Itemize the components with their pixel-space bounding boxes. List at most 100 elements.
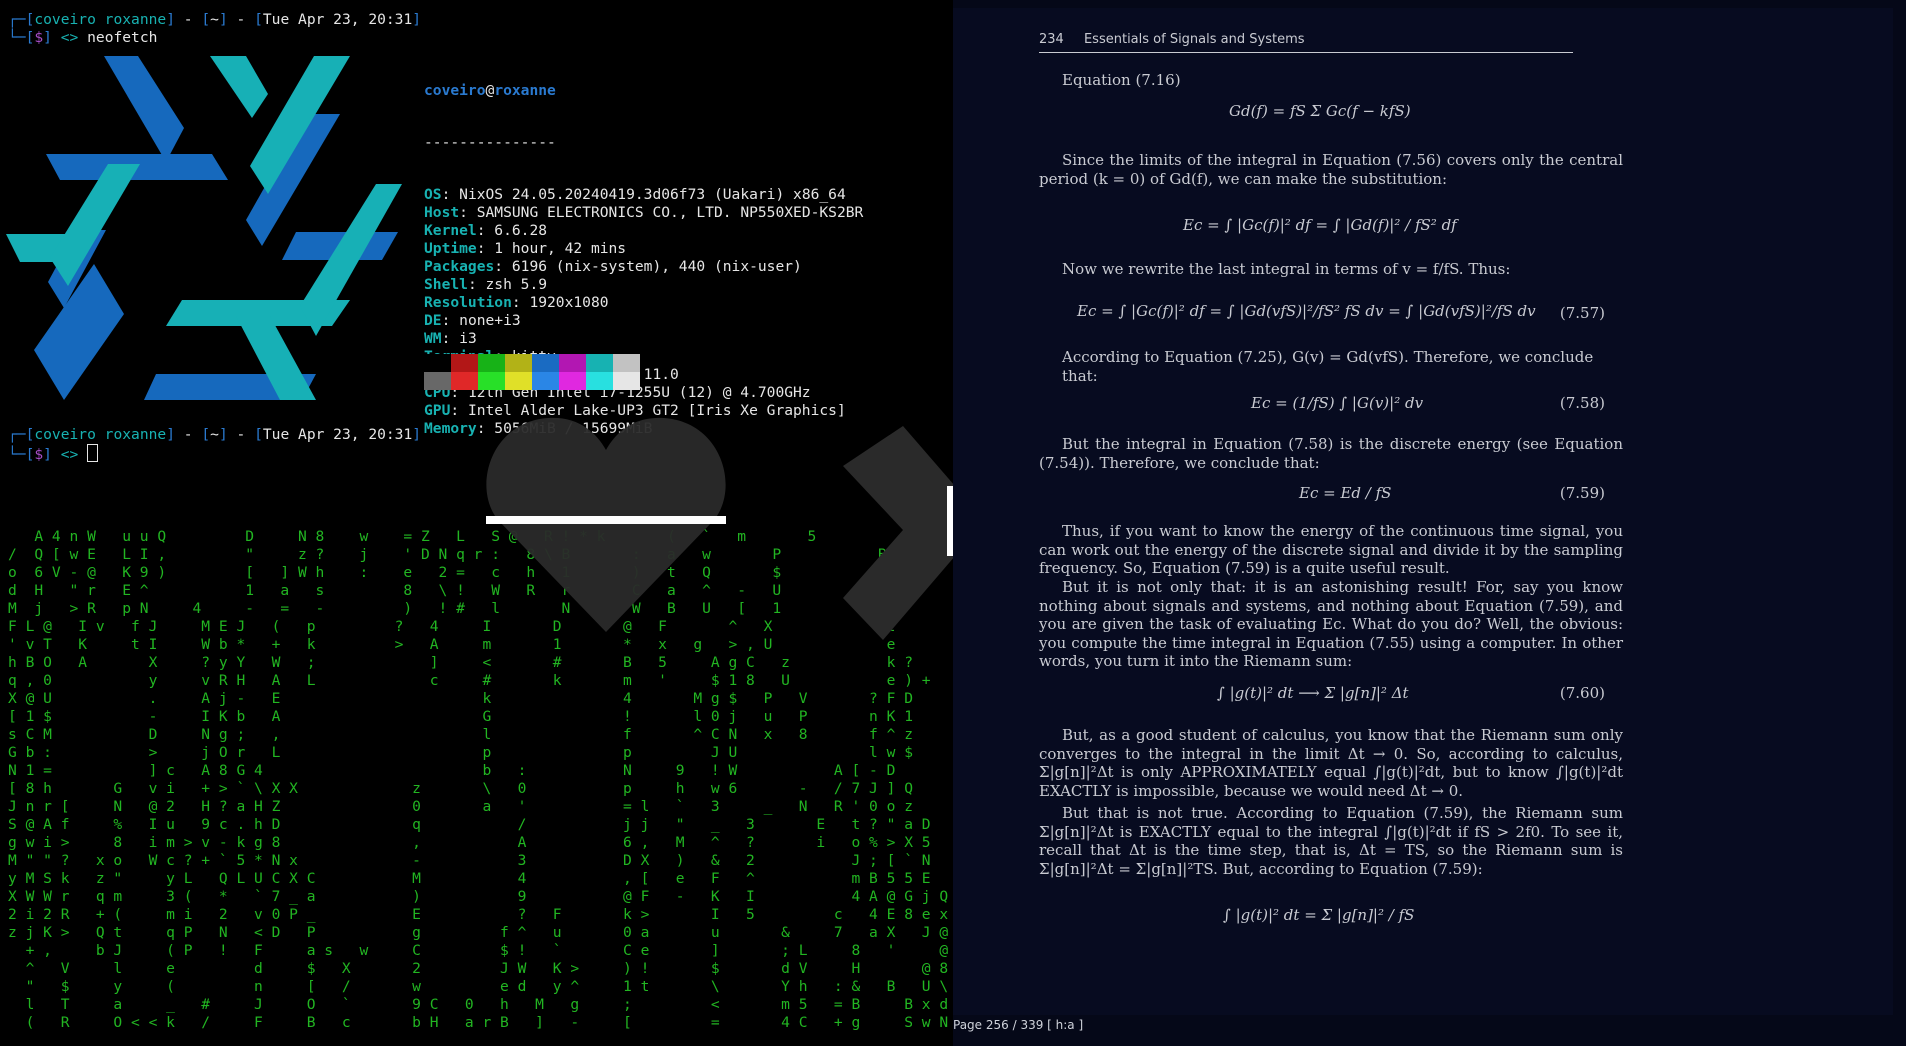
terminal-window[interactable]: ┌─[coveiro roxanne] - [~] - [Tue Apr 23,… [0, 0, 953, 1046]
info-key: DE [424, 312, 442, 329]
prompt-date: Tue Apr 23, 20:31 [262, 11, 413, 28]
info-row: Packages: 6196 (nix-system), 440 (nix-us… [424, 258, 802, 275]
info-key: OS [424, 186, 442, 203]
paragraph-8: But that is not true. According to Equat… [1039, 804, 1623, 878]
info-row: WM: i3 [424, 330, 477, 347]
info-value: i3 [459, 330, 477, 347]
matrix-row: z j K > Q t q P N < D P g f ^ u 0 a u & … [8, 924, 949, 941]
info-value: SAMSUNG ELECTRONICS CO., LTD. NP550XED-K… [476, 204, 864, 221]
equation-6: ∫ |g(t)|² dt = Σ |g[n]|² / fS [1223, 906, 1415, 924]
color-swatch [559, 372, 586, 390]
command-text: neofetch [87, 29, 158, 46]
matrix-row: A 4 n W u u Q D N 8 w = Z L S @ R ! * k … [8, 528, 953, 545]
info-value: 1920x1080 [529, 294, 609, 311]
equation-2: Ec = ∫ |Gc(f)|² df = ∫ |Gd(vfS)|²/fS² fS… [1077, 302, 1536, 320]
paragraph-7: But, as a good student of calculus, you … [1039, 726, 1623, 800]
info-row: Host: SAMSUNG ELECTRONICS CO., LTD. NP55… [424, 204, 864, 221]
page-header: 234 Essentials of Signals and Systems [1039, 32, 1573, 53]
matrix-row: X W W r q m 3 ( * ` 7 _ a ) 9 @ F - K I … [8, 888, 949, 905]
running-title: Essentials of Signals and Systems [1083, 32, 1305, 47]
matrix-rain: A 4 n W u u Q D N 8 w = Z L S @ R ! * k … [0, 528, 953, 1032]
info-key: Host [424, 204, 460, 221]
color-swatch [424, 372, 451, 390]
info-row: Uptime: 1 hour, 42 mins [424, 240, 627, 257]
color-swatch [424, 354, 451, 372]
neofetch-info: coveiro@roxanne --------------- OS: NixO… [424, 48, 863, 472]
info-key: Packages [424, 258, 495, 275]
prompt-host: roxanne [104, 11, 167, 28]
matrix-row: / Q [ w E L I , " z ? j ' D N q r : 8 \ … [8, 546, 953, 563]
color-swatch [613, 354, 640, 372]
prompt-line-2: ┌─[coveiro roxanne] - [~] - [Tue Apr 23,… [8, 426, 422, 443]
text-cursor [87, 444, 99, 462]
info-key: GPU [424, 402, 451, 419]
equation-2-number: (7.57) [1559, 304, 1605, 322]
info-key: Kernel [424, 222, 477, 239]
paragraph-4: But the integral in Equation (7.58) is t… [1039, 435, 1623, 472]
info-value: 6196 (nix-system), 440 (nix-user) [511, 258, 802, 275]
matrix-row: ^ V l e d $ X 2 J W K > ) ! $ d V H @ 8 [8, 960, 949, 977]
equation-4-number: (7.59) [1559, 484, 1605, 502]
paragraph-5: Thus, if you want to know the energy of … [1039, 522, 1623, 577]
info-key: Resolution [424, 294, 512, 311]
heart-icon [486, 417, 726, 632]
matrix-row: l T a _ # J O ` 9 C 0 h M g ; < m 5 = B … [8, 996, 949, 1013]
prompt-symbol: $ [34, 29, 44, 46]
prompt-dir: ~ [210, 11, 219, 28]
matrix-row: [ 1 $ - I K b A G ! l 0 j u P n K 1 [8, 708, 913, 725]
prompt-user: coveiro [34, 11, 96, 28]
matrix-row: N 1 = ] c A 8 G 4 b : N 9 ! W A [ - D [8, 762, 896, 779]
pdf-viewer[interactable]: 234 Essentials of Signals and Systems Eq… [953, 0, 1906, 1046]
equation-5: ∫ |g(t)|² dt ⟶ Σ |g[n]|² Δt [1217, 684, 1409, 702]
info-row: DE: none+i3 [424, 312, 521, 329]
pdf-page[interactable]: 234 Essentials of Signals and Systems Eq… [953, 8, 1893, 1015]
color-swatch [559, 354, 586, 372]
prompt-arrow: <> [60, 29, 79, 46]
matrix-row: 2 i 2 R + ( m i 2 v 0 P _ E ? F k > I 5 … [8, 906, 949, 923]
info-key: WM [424, 330, 442, 347]
command-line-2[interactable]: └─[$] <> [8, 444, 99, 463]
command-line-1: └─[$] <> neofetch [8, 29, 158, 46]
color-swatch [451, 372, 478, 390]
color-palette [424, 354, 640, 390]
color-swatch [532, 372, 559, 390]
matrix-row: [ 8 h G v i + > ` \ X X z \ 0 p h w 6 - … [8, 780, 913, 797]
color-swatch [532, 354, 559, 372]
info-row: Shell: zsh 5.9 [424, 276, 548, 293]
color-swatch [613, 372, 640, 390]
equation-0: Gd(f) = fS Σ Gc(f − kfS) [1229, 102, 1411, 120]
matrix-row: G b : > j O r L p p J U l w $ [8, 744, 913, 761]
matrix-row: J n r [ N @ 2 H ? a H Z 0 a ' = l ` 3 _ … [8, 798, 913, 815]
color-swatch [451, 354, 478, 372]
color-swatch [478, 372, 505, 390]
matrix-row: X @ U . A j - E k 4 M g $ P V ? F D [8, 690, 913, 707]
matrix-row: ' v T K t I W b * + k > A m 1 * x g > , … [8, 636, 896, 653]
info-key: Uptime [424, 240, 477, 257]
equation-3-number: (7.58) [1559, 394, 1605, 412]
info-row: Kernel: 6.6.28 [424, 222, 548, 239]
color-swatch [505, 354, 532, 372]
matrix-row: q , 0 y v R H A L c # k m ' $ 1 8 U e ) … [8, 672, 931, 689]
matrix-row: M j > R p N 4 - = - ) ! # l N W B U [ 1 … [8, 600, 953, 617]
matrix-row: F L @ I v f J M E J ( p ? 4 I D @ F ^ X … [8, 618, 896, 635]
equation-1: Ec = ∫ |Gc(f)|² df = ∫ |Gd(f)|² / fS² df [1183, 216, 1457, 234]
info-key: Shell [424, 276, 468, 293]
equation-3: Ec = (1/fS) ∫ |G(v)|² dv [1251, 394, 1424, 412]
matrix-row: d H " r E ^ 1 a s 8 \ ! W R r C a ^ - U … [8, 582, 953, 599]
paragraph-6: But it is not only that: it is an astoni… [1039, 578, 1623, 670]
matrix-row: ( R O < < k / F B c b H a r B ] - [ = 4 … [8, 1014, 949, 1031]
matrix-row: + , b J ( P ! F a s w C $ ! ` C e ] ; L … [8, 942, 953, 959]
info-value: none+i3 [459, 312, 521, 329]
equation-4: Ec = Ed / fS [1299, 484, 1392, 502]
info-row: OS: NixOS 24.05.20240419.3d06f73 (Uakari… [424, 186, 846, 203]
matrix-row: g w i > 8 i m > v - k g 8 , A 6 , M ^ ? … [8, 834, 931, 851]
color-swatch [586, 354, 613, 372]
color-swatch [478, 354, 505, 372]
prompt-line-1: ┌─[coveiro roxanne] - [~] - [Tue Apr 23,… [8, 11, 422, 28]
nixos-logo-icon [6, 56, 402, 400]
info-key: Memory [424, 420, 477, 437]
matrix-row: M " " ? x o W c ? + ` 5 * N x - 3 D X ) … [8, 852, 931, 869]
paragraph-0: Equation (7.16) [1062, 71, 1181, 89]
matrix-row: y M S k z " y L Q L U C X C M 4 , [ e F … [8, 870, 931, 887]
color-swatch [586, 372, 613, 390]
